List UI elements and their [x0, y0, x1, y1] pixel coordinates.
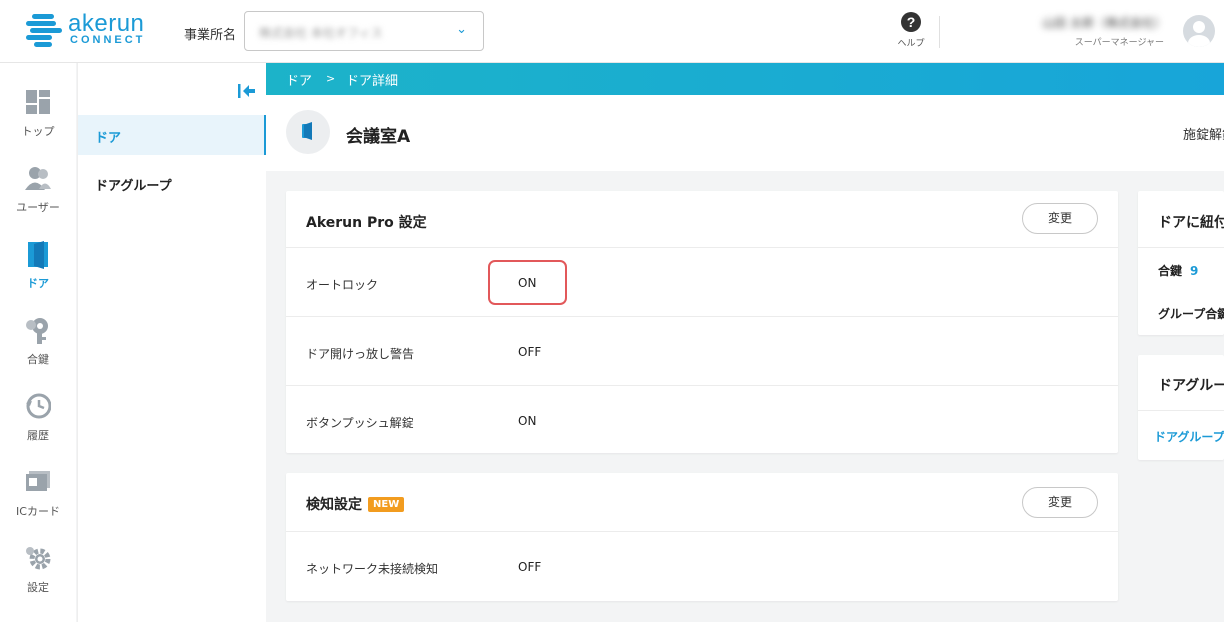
page-title: 会議室A [346, 127, 411, 147]
rail-item-label: トップ [21, 125, 55, 138]
user-role: スーパーマネージャー [1074, 38, 1164, 48]
office-select[interactable]: 株式会社 本社オフィス ⌄ [244, 11, 484, 51]
rail-item-ic-card[interactable]: ICカード [0, 469, 76, 545]
help-icon: ? [901, 12, 921, 32]
breadcrumb-root[interactable]: ドア [286, 70, 312, 89]
door-icon [286, 110, 330, 154]
breadcrumb-current: ドア詳細 [346, 74, 399, 89]
rail-item-top[interactable]: トップ [0, 89, 76, 165]
setting-value: OFF [518, 345, 542, 359]
pro-settings-card: Akerun Pro 設定 変更 オートロック ON ドア開けっ放し警告 OFF… [286, 191, 1118, 453]
top-header: akerun CONNECT 事業所名 株式会社 本社オフィス ⌄ ? ヘルプ … [0, 0, 1224, 63]
sub-nav: ドア ドアグループ [77, 63, 267, 622]
new-badge: NEW [368, 497, 405, 512]
subnav-item-label: ドアグループ [95, 179, 172, 194]
rail-item-door[interactable]: ドア [0, 241, 76, 317]
door-header: 会議室A 施錠解錠 [266, 95, 1224, 171]
door-group-link[interactable]: ドアグループ [1154, 428, 1224, 445]
history-icon [26, 393, 51, 419]
door-group-card: ドアグループ ドアグループ [1138, 355, 1224, 460]
card-title-text: 検知設定 [306, 497, 362, 513]
spare-key-label: 合鍵 [1158, 264, 1183, 278]
office-label: 事業所名 [184, 28, 237, 43]
chevron-down-icon: ⌄ [456, 22, 467, 37]
setting-row-autolock: オートロック ON [286, 247, 1118, 316]
users-icon [25, 167, 51, 190]
setting-key: ドア開けっ放し警告 [306, 347, 415, 361]
card-title: ドアに紐付 [1158, 215, 1224, 231]
main-nav-rail: トップ ユーザー ドア 合鍵 履歴 ICカード 設定 [0, 63, 76, 622]
card-title: ドアグループ [1158, 378, 1224, 394]
rail-item-settings[interactable]: 設定 [0, 545, 76, 621]
akerun-logo[interactable]: akerun CONNECT [26, 10, 146, 52]
setting-value: ON [518, 414, 537, 428]
setting-row-network-detect: ネットワーク未接続検知 OFF [286, 531, 1118, 600]
rail-item-label: ICカード [16, 505, 60, 518]
door-icon [28, 241, 48, 269]
spare-key-count: 9 [1190, 264, 1199, 278]
ic-card-icon [26, 471, 50, 491]
help-button[interactable]: ? ヘルプ [894, 12, 928, 49]
rail-item-keys[interactable]: 合鍵 [0, 317, 76, 393]
change-button[interactable]: 変更 [1022, 203, 1098, 234]
rail-item-history[interactable]: 履歴 [0, 393, 76, 469]
rail-item-label: ドア [27, 277, 49, 290]
setting-key: オートロック [306, 278, 379, 292]
breadcrumb-separator: > [326, 72, 336, 85]
gear-icon [26, 547, 51, 570]
linked-keys-card: ドアに紐付 合鍵 9 グループ合鍵 [1138, 191, 1224, 335]
avatar[interactable] [1183, 15, 1215, 47]
setting-row-button-push-unlock: ボタンプッシュ解錠 ON [286, 385, 1118, 453]
help-label: ヘルプ [897, 39, 925, 49]
office-select-value: 株式会社 本社オフィス [259, 26, 383, 40]
rail-item-label: 合鍵 [27, 353, 49, 366]
collapse-sidebar-icon[interactable] [237, 82, 257, 100]
rail-item-users[interactable]: ユーザー [0, 165, 76, 241]
subnav-item-door[interactable]: ドア [78, 115, 267, 155]
logo-subtitle: CONNECT [70, 34, 146, 46]
card-title: 検知設定 NEW [306, 494, 405, 514]
rail-item-label: 履歴 [27, 429, 49, 442]
dashboard-icon [26, 90, 50, 114]
header-divider [939, 16, 940, 48]
setting-key: ネットワーク未接続検知 [306, 562, 439, 576]
lock-unlock-label[interactable]: 施錠解錠 [1183, 124, 1224, 143]
spare-key-row[interactable]: 合鍵 9 [1158, 262, 1198, 279]
detect-settings-card: 検知設定 NEW 変更 ネットワーク未接続検知 OFF [286, 473, 1118, 601]
rail-item-label: 設定 [27, 581, 49, 594]
setting-value: OFF [518, 560, 542, 574]
subnav-item-label: ドア [95, 131, 122, 146]
subnav-item-door-group[interactable]: ドアグループ [78, 163, 267, 203]
user-name: 山田 太郎（株式会社） [1042, 16, 1166, 30]
key-icon [26, 318, 48, 344]
change-button[interactable]: 変更 [1022, 487, 1098, 518]
rail-item-label: ユーザー [16, 201, 60, 214]
logo-mark-icon [26, 14, 62, 47]
group-key-label[interactable]: グループ合鍵 [1158, 305, 1224, 322]
breadcrumb: ドア > ドア詳細 [266, 63, 1224, 95]
highlight-box [488, 260, 567, 305]
card-title: Akerun Pro 設定 [306, 215, 427, 231]
setting-row-door-open-warning: ドア開けっ放し警告 OFF [286, 316, 1118, 385]
setting-key: ボタンプッシュ解錠 [306, 416, 414, 430]
